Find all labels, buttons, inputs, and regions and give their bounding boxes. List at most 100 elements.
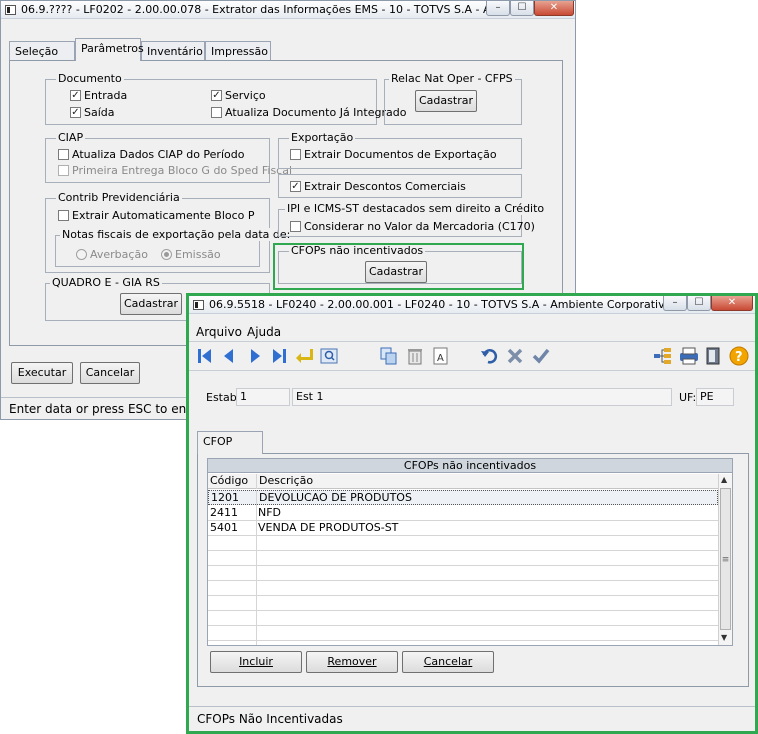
quadro-cadastrar-button[interactable]: Cadastrar [120, 293, 182, 315]
dialog-close-button[interactable]: ✕ [711, 296, 753, 311]
quadro-label: QUADRO E - GIA RS [50, 276, 162, 289]
cell-codigo: 1201 [211, 491, 239, 504]
emissao-radio[interactable] [161, 249, 172, 260]
scroll-thumb[interactable]: ≡ [720, 488, 731, 630]
minimize-button[interactable]: – [486, 1, 510, 16]
edit-icon[interactable]: A [431, 346, 451, 366]
tree-icon[interactable] [653, 346, 673, 366]
extrair-descontos-checkbox[interactable]: ✓ [290, 181, 301, 192]
tab-parametros[interactable]: Parâmetros [75, 38, 144, 61]
emissao-label: Emissão [175, 248, 221, 261]
copy-icon[interactable] [379, 346, 399, 366]
considerar-label: Considerar no Valor da Mercadoria (C170) [304, 220, 535, 233]
cfop-dialog: 06.9.5518 - LF0240 - 2.00.00.001 - LF024… [188, 295, 756, 732]
dialog-titlebar: 06.9.5518 - LF0240 - 2.00.00.001 - LF024… [189, 296, 755, 314]
menu-ajuda[interactable]: Ajuda [247, 325, 281, 339]
svg-text:A: A [437, 353, 444, 364]
print-icon[interactable] [679, 346, 699, 366]
dialog-status-text: CFOPs Não Incentivadas [197, 712, 343, 726]
next-icon[interactable] [245, 346, 265, 366]
cfop-grid: CFOPs não incentivados Código Descrição … [207, 458, 733, 646]
empty-row[interactable] [208, 551, 718, 566]
undo-icon[interactable] [479, 346, 499, 366]
cancel-icon[interactable] [505, 346, 525, 366]
atualiza-documento-label: Atualiza Documento Já Integrado [225, 106, 407, 119]
scroll-up-icon[interactable]: ▲ [721, 475, 727, 484]
tab-selecao[interactable]: Seleção [9, 41, 75, 61]
col-codigo[interactable]: Código [208, 474, 256, 489]
cancelar-dialog-label: Cancelar [423, 655, 473, 668]
main-status-text: Enter data or press ESC to end. [9, 402, 198, 416]
tab-inventario[interactable]: Inventário [141, 41, 205, 61]
search-icon[interactable] [319, 346, 339, 366]
first-icon[interactable] [195, 346, 215, 366]
estab-code-field[interactable]: 1 [236, 388, 290, 406]
atualiza-ciap-checkbox[interactable] [58, 149, 69, 160]
dialog-minimize-button[interactable]: – [663, 296, 687, 311]
scroll-down-icon[interactable]: ▼ [721, 633, 727, 642]
saida-label: Saída [84, 106, 115, 119]
empty-row[interactable] [208, 596, 718, 611]
extrair-exportacao-label: Extrair Documentos de Exportação [304, 148, 497, 161]
saida-checkbox[interactable]: ✓ [70, 107, 81, 118]
last-icon[interactable] [269, 346, 289, 366]
dialog-maximize-button[interactable]: ☐ [687, 296, 711, 311]
cell-descricao: NFD [258, 506, 282, 519]
tab-impressao[interactable]: Impressão [205, 41, 271, 61]
empty-row[interactable] [208, 536, 718, 551]
entrada-checkbox[interactable]: ✓ [70, 90, 81, 101]
empty-row[interactable] [208, 581, 718, 596]
delete-icon[interactable] [405, 346, 425, 366]
extrair-descontos-label: Extrair Descontos Comerciais [304, 180, 466, 193]
extrair-exportacao-checkbox[interactable] [290, 149, 301, 160]
main-titlebar: 06.9.???? - LF0202 - 2.00.00.078 - Extra… [1, 1, 575, 19]
dialog-app-icon [193, 300, 204, 310]
atualiza-documento-checkbox[interactable] [211, 107, 222, 118]
empty-row[interactable] [208, 566, 718, 581]
prev-icon[interactable] [219, 346, 239, 366]
table-row[interactable]: 2411 NFD [208, 506, 718, 521]
remover-label: Remover [327, 655, 377, 668]
cfops-highlight [273, 243, 524, 290]
tab-cfop[interactable]: CFOP [197, 431, 263, 454]
relac-cadastrar-button[interactable]: Cadastrar [415, 90, 477, 112]
grid-body: 1201 DEVOLUCAO DE PRODUTOS 2411 NFD 5401… [208, 490, 718, 645]
cancelar-button[interactable]: Cancelar [80, 362, 140, 384]
atualiza-ciap-label: Atualiza Dados CIAP do Período [72, 148, 245, 161]
grid-header: Código Descrição [208, 474, 718, 489]
codigo-column-divider [256, 490, 257, 645]
close-button[interactable]: ✕ [534, 1, 574, 16]
cell-descricao: VENDA DE PRODUTOS-ST [258, 521, 399, 534]
goto-icon[interactable] [295, 346, 315, 366]
averbacao-label: Averbação [90, 248, 148, 261]
ipi-label: IPI e ICMS-ST destacados sem direito a C… [285, 202, 547, 215]
incluir-button[interactable]: Incluir [210, 651, 302, 673]
cell-codigo: 2411 [210, 506, 238, 519]
remover-button[interactable]: Remover [306, 651, 398, 673]
averbacao-radio[interactable] [76, 249, 87, 260]
entrada-label: Entrada [84, 89, 128, 102]
maximize-button[interactable]: ☐ [510, 1, 534, 16]
help-icon[interactable]: ? [729, 346, 749, 366]
considerar-checkbox[interactable] [290, 221, 301, 232]
save-icon[interactable] [531, 346, 551, 366]
cancelar-dialog-button[interactable]: Cancelar [402, 651, 494, 673]
empty-row[interactable] [208, 626, 718, 641]
toolbar: A ? [189, 341, 755, 371]
executar-button[interactable]: Executar [11, 362, 73, 384]
col-descricao[interactable]: Descrição [256, 474, 718, 489]
documento-label: Documento [56, 72, 124, 85]
exit-icon[interactable] [703, 346, 723, 366]
estab-name-field: Est 1 [292, 388, 672, 406]
table-row[interactable]: 1201 DEVOLUCAO DE PRODUTOS [208, 490, 718, 505]
svg-text:?: ? [735, 350, 743, 365]
empty-row[interactable] [208, 611, 718, 626]
app-icon [5, 5, 16, 15]
table-row[interactable]: 5401 VENDA DE PRODUTOS-ST [208, 521, 718, 536]
menu-arquivo[interactable]: Arquivo [196, 325, 242, 339]
extrair-bloco-p-checkbox[interactable] [58, 210, 69, 221]
notas-label: Notas fiscais de exportação pela data de… [60, 228, 293, 241]
primeira-entrega-checkbox[interactable] [58, 165, 69, 176]
grid-scrollbar[interactable]: ▲ ≡ ▼ [718, 474, 732, 645]
servico-checkbox[interactable]: ✓ [211, 90, 222, 101]
